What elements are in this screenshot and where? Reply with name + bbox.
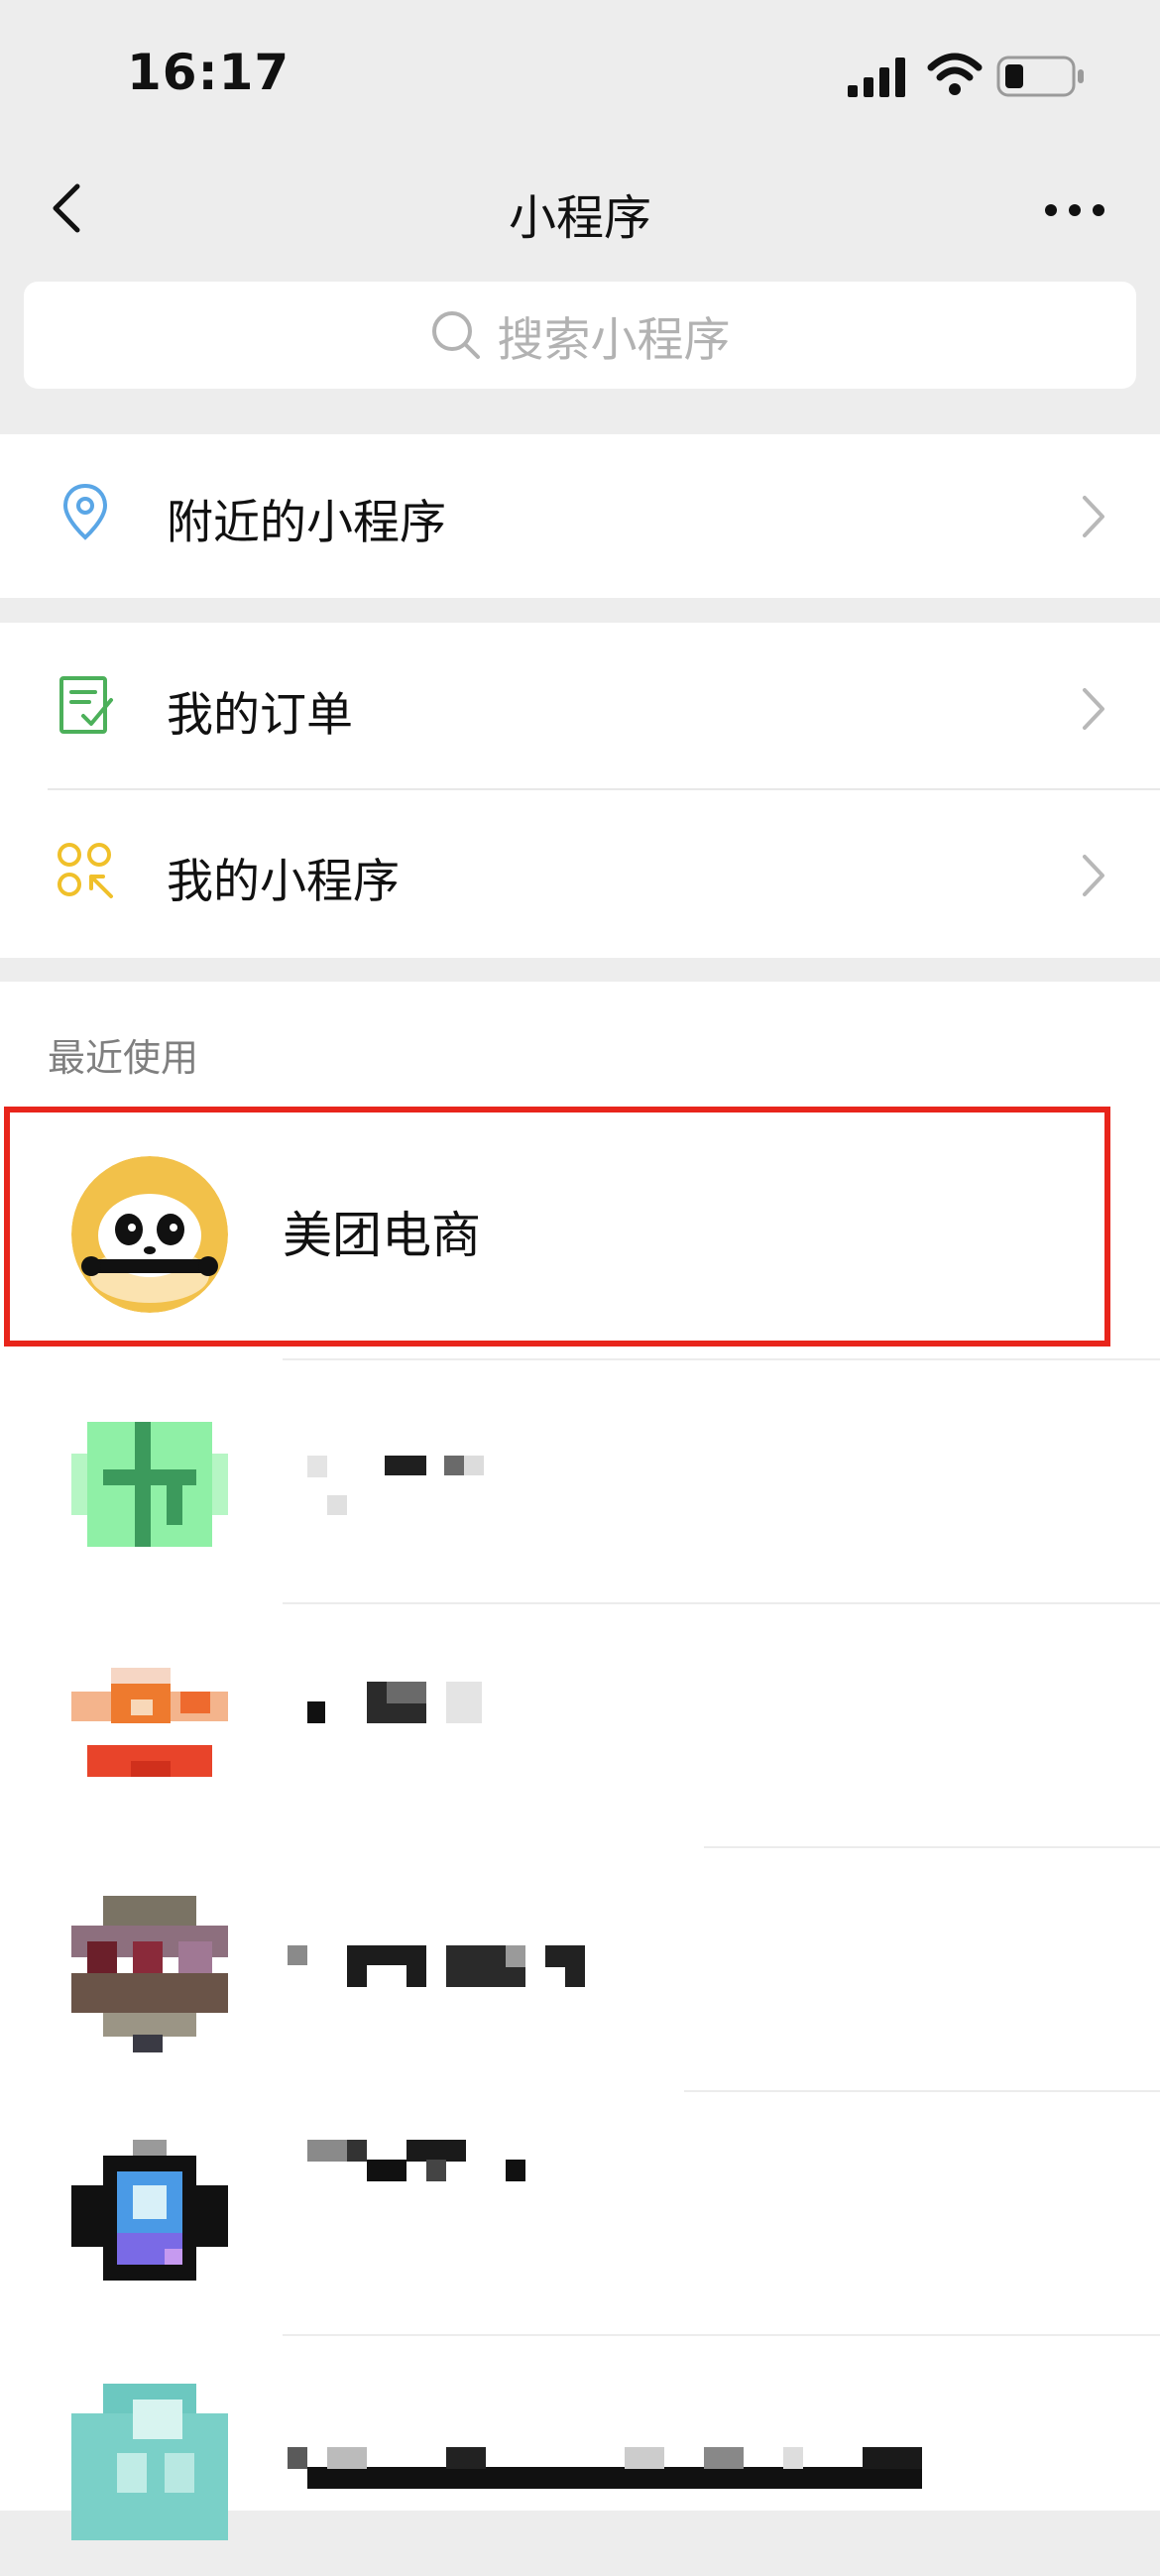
my-orders-item[interactable]: 我的订单 [0, 627, 1160, 790]
nav-bar: 小程序 [0, 149, 1160, 268]
divider [283, 2334, 1160, 2336]
chevron-right-icon [1083, 496, 1104, 537]
page-title: 小程序 [508, 190, 651, 246]
nearby-programs-label: 附近的小程序 [167, 496, 446, 550]
recent-app-obscured[interactable] [0, 1606, 1160, 1844]
my-orders-label: 我的订单 [167, 688, 353, 743]
pixelated-logo [71, 1652, 228, 1809]
status-bar: 16:17 [0, 0, 1160, 149]
order-list-icon [59, 676, 113, 734]
app-avatar [71, 2140, 228, 2296]
app-avatar [71, 2384, 228, 2540]
pixelated-logo [71, 1896, 228, 2052]
search-input[interactable]: 搜索小程序 [24, 282, 1136, 389]
pixelated-logo [71, 2140, 228, 2296]
app-name: 美团电商 [283, 1207, 481, 1264]
recent-app-obscured[interactable] [0, 1850, 1160, 2088]
mini-programs-icon [58, 843, 113, 898]
pixelated-logo [71, 1422, 228, 1547]
recent-app-obscured[interactable] [0, 2338, 1160, 2576]
app-avatar [71, 1652, 228, 1809]
nearby-section: 附近的小程序 [0, 434, 1160, 598]
nearby-programs-item[interactable]: 附近的小程序 [0, 434, 1160, 598]
divider [48, 788, 1160, 790]
personal-section: 我的订单 我的小程序 [0, 623, 1160, 958]
my-mini-programs-item[interactable]: 我的小程序 [0, 793, 1160, 957]
panda-logo-icon [71, 1156, 228, 1313]
chevron-right-icon [1083, 688, 1104, 730]
recent-app-meituan[interactable]: 美团电商 [0, 1111, 1160, 1348]
status-time: 16:17 [127, 44, 290, 101]
divider [704, 1846, 1160, 1848]
recent-app-obscured[interactable] [0, 2094, 1160, 2332]
pixelated-logo [71, 2384, 228, 2540]
app-avatar [71, 1156, 228, 1313]
chevron-right-icon [1083, 855, 1104, 896]
recent-header: 最近使用 [48, 1036, 199, 1080]
app-avatar [71, 1406, 228, 1563]
wifi-icon [927, 53, 983, 95]
my-mini-programs-label: 我的小程序 [167, 855, 400, 909]
more-options-icon[interactable] [1043, 190, 1106, 230]
signal-icon [848, 58, 905, 97]
app-avatar [71, 1896, 228, 2052]
battery-icon [996, 56, 1084, 97]
search-icon [431, 311, 480, 359]
location-pin-icon [62, 483, 108, 540]
recent-app-obscured[interactable] [0, 1360, 1160, 1598]
divider [684, 2090, 1160, 2092]
divider [283, 1602, 1160, 1604]
search-placeholder: 搜索小程序 [497, 312, 731, 368]
